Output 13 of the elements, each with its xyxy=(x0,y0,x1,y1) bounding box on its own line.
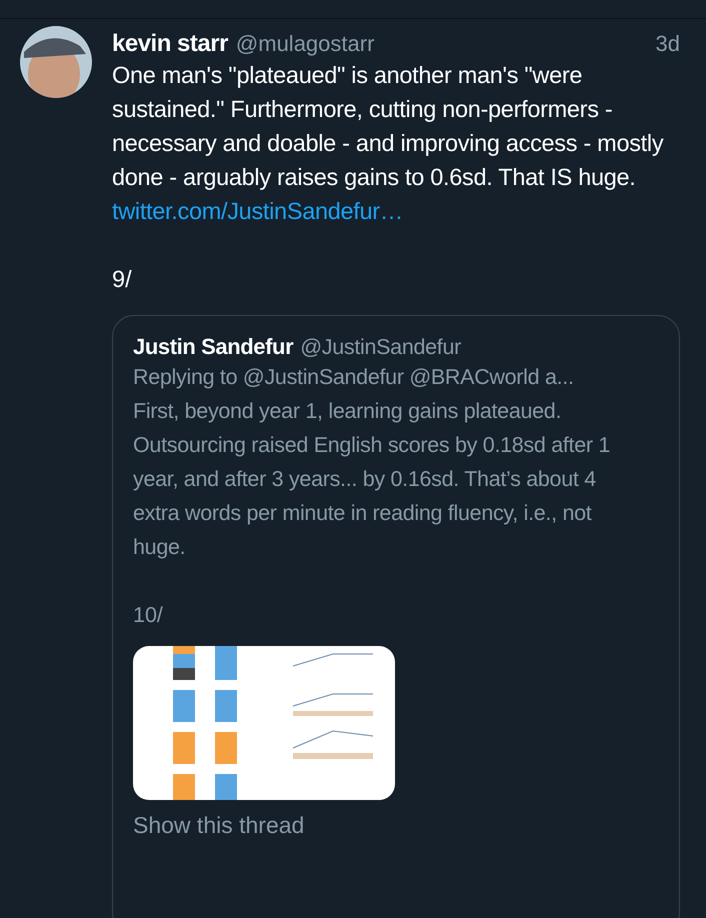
tweet-link[interactable]: twitter.com/JustinSandefur… xyxy=(112,194,403,228)
user-name[interactable]: kevin starr xyxy=(112,30,228,58)
user-handle: @mulagostarr xyxy=(236,31,374,57)
quoted-tweet-card[interactable] xyxy=(112,315,680,918)
show-thread-link[interactable]: Show this thread xyxy=(133,812,304,839)
replying-to-text: Replying to @JustinSandefur @BRACworld a... xyxy=(133,364,575,391)
thread-number: 9/ xyxy=(112,265,132,294)
quoted-user-handle: @JustinSandefur xyxy=(300,335,461,360)
quoted-user-name: Justin Sandefur xyxy=(133,334,294,360)
thread-number: 10/ xyxy=(133,602,163,629)
tweet-text: One man's "plateaued" is another man's "were sustained." Furthermore, cutting non-performers - necessary and doable - and improving access - mostly done - arguably raises gains to 0.6sd. That IS huge. xyxy=(112,61,664,192)
quoted-tweet-text: First, beyond year 1, learning gains plateaued. Outsourcing raised English scores by 0.18sd after 1 year, and after 3 years... by 0.16sd. That’s about 4 extra words per minute in reading fluency, i.e., not huge. xyxy=(133,398,612,561)
tweet-time[interactable]: 3d xyxy=(656,31,680,57)
